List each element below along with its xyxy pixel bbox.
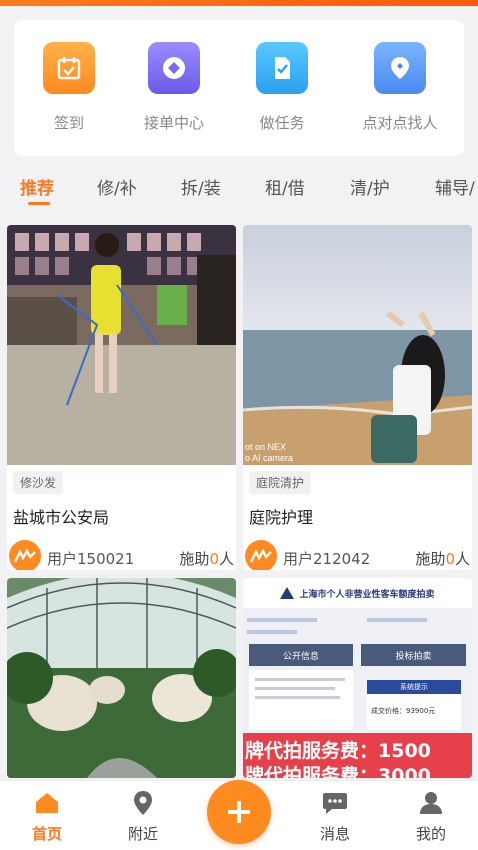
promo-text-secondary: 牌代拍服务费：3000 [245, 765, 431, 778]
task-card[interactable]: 上海市个人非营业性客车额度拍卖 公开信息 投标拍卖 系统提示 成交价格：9390… [243, 578, 472, 778]
card-title: 庭院护理 [249, 508, 314, 527]
tab-install[interactable]: 拆/装 [181, 174, 221, 199]
public-info-panel: 公开信息 [249, 644, 353, 666]
top-status-strip [0, 0, 478, 6]
quick-action-label: 做任务 [259, 114, 305, 132]
tab-clean[interactable]: 清/护 [350, 174, 390, 199]
quick-action-label: 接单中心 [143, 114, 204, 132]
diamond-icon [148, 42, 200, 94]
quick-action-order-center[interactable]: 接单中心 [119, 42, 229, 142]
svg-text:ot on NEX: ot on NEX [245, 442, 286, 452]
card-tag: 庭院清护 [249, 471, 312, 494]
tab-repair[interactable]: 修/补 [97, 174, 137, 199]
deal-price: 成交价格：93900元 [367, 694, 461, 730]
tab-rent[interactable]: 租/借 [265, 174, 305, 199]
task-card[interactable]: 修沙发 盐城市公安局 用户150021 施助0人 [7, 225, 236, 570]
quick-action-do-task[interactable]: 做任务 [227, 42, 337, 142]
nav-messages[interactable]: 消息 [300, 791, 370, 844]
category-tabs: 推荐 修/补 拆/装 租/借 清/护 辅导/ [0, 170, 478, 210]
nav-nearby[interactable]: 附近 [108, 791, 178, 844]
map-pin-icon [108, 791, 178, 815]
card-tag: 修沙发 [13, 471, 64, 494]
nav-home[interactable]: 首页 [12, 791, 82, 844]
message-icon [300, 791, 370, 815]
location-pin-icon [374, 42, 426, 94]
quick-actions-panel: 签到 接单中心 做任务 点对点找人 [14, 20, 464, 156]
system-notice: 系统提示 [367, 680, 461, 694]
bidding-panel: 投标拍卖 [361, 644, 466, 666]
warning-icon [280, 587, 295, 599]
tab-tutoring[interactable]: 辅导/ [435, 174, 475, 199]
card-photo: ot on NEX o AI camera [243, 225, 472, 465]
tab-recommend[interactable]: 推荐 [20, 174, 54, 199]
card-username: 用户150021 [47, 550, 135, 568]
card-photo: 上海市个人非营业性客车额度拍卖 公开信息 投标拍卖 系统提示 成交价格：9390… [243, 578, 472, 778]
quick-action-checkin[interactable]: 签到 [14, 42, 124, 142]
card-photo [7, 225, 236, 465]
nav-profile[interactable]: 我的 [396, 791, 466, 844]
quick-action-label: 签到 [53, 114, 84, 132]
promo-text: 牌代拍服务费：1500 [245, 740, 431, 762]
card-title: 盐城市公安局 [13, 508, 110, 527]
avatar [245, 540, 277, 570]
active-tab-indicator [28, 202, 50, 205]
task-card[interactable]: ot on NEX o AI camera 庭院清护 庭院护理 用户212042… [243, 225, 472, 570]
avatar [9, 540, 41, 570]
card-username: 用户212042 [283, 550, 371, 568]
svg-text:o AI camera: o AI camera [245, 453, 293, 463]
add-button[interactable] [207, 780, 271, 844]
home-icon [12, 791, 82, 815]
calendar-check-icon [43, 42, 95, 94]
card-photo [7, 578, 236, 778]
user-icon [396, 791, 466, 815]
task-card[interactable] [7, 578, 236, 778]
auction-banner-title: 上海市个人非营业性客车额度拍卖 [299, 589, 435, 600]
help-count: 施助0人 [415, 550, 470, 568]
plus-icon [228, 801, 250, 823]
quick-action-label: 点对点找人 [362, 114, 438, 132]
help-count: 施助0人 [179, 550, 234, 568]
task-check-icon [256, 42, 308, 94]
quick-action-find-person[interactable]: 点对点找人 [345, 42, 455, 142]
